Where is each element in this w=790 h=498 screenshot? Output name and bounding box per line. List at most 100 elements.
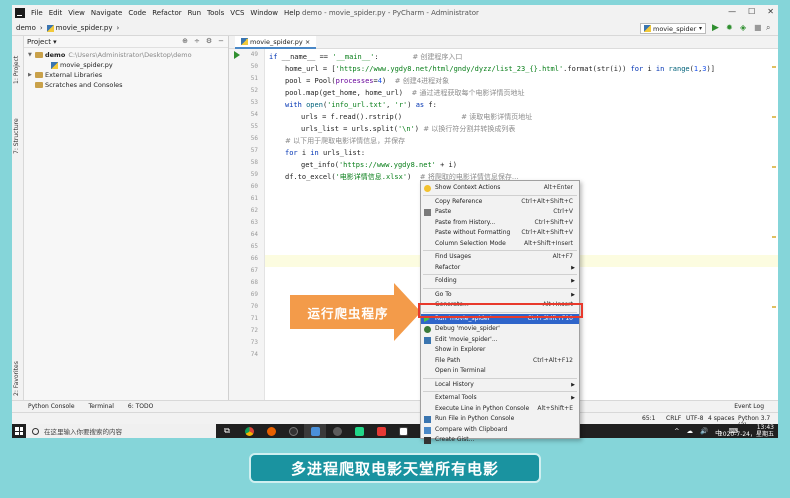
context-menu-item-copy-reference[interactable]: Copy Reference Ctrl+Alt+Shift+C	[421, 197, 579, 208]
menu-file[interactable]: File	[31, 9, 43, 17]
hide-icon[interactable]: −	[218, 37, 224, 45]
context-menu-item-paste[interactable]: Paste Ctrl+V	[421, 207, 579, 218]
context-menu-label: Go To	[435, 290, 452, 298]
menu-run[interactable]: Run	[188, 9, 201, 17]
expand-right-icon[interactable]: ▶	[28, 72, 35, 78]
error-stripe-mark[interactable]	[772, 116, 776, 118]
context-menu-item-debug-movie-spider[interactable]: Debug 'movie_spider'	[421, 324, 579, 335]
breadcrumb-project[interactable]: demo	[16, 24, 36, 32]
tree-item[interactable]: ▼ demo C:\Users\Administrator\Desktop\demo	[24, 50, 228, 60]
menu-tools[interactable]: Tools	[207, 9, 224, 17]
code-token: for	[630, 65, 648, 73]
context-menu-item-show-in-explorer[interactable]: Show in Explorer	[421, 345, 579, 356]
context-menu-item-refactor[interactable]: Refactor ▶	[421, 263, 579, 274]
context-menu-item-file-path[interactable]: File Path Ctrl+Alt+F12	[421, 356, 579, 367]
line-number: 49	[250, 51, 258, 58]
tray-chevron-icon[interactable]: ^	[674, 427, 679, 437]
context-menu-item-folding[interactable]: Folding ▶	[421, 276, 579, 287]
code-token: urls_list = urls.split(	[301, 125, 398, 133]
pycharm-taskbar-icon[interactable]	[348, 424, 370, 438]
context-menu-item-external-tools[interactable]: External Tools ▶	[421, 393, 579, 404]
context-menu-item-local-history[interactable]: Local History ▶	[421, 380, 579, 391]
favorites-tool-tab[interactable]: 2: Favorites	[13, 361, 20, 396]
task-view-icon[interactable]: ⧉	[216, 424, 238, 438]
context-menu-item-create-gist[interactable]: Create Gist...	[421, 435, 579, 446]
context-menu-item-run-file-in-python-console[interactable]: Run File in Python Console	[421, 414, 579, 425]
todo-tab[interactable]: 6: TODO	[128, 403, 153, 410]
collapse-icon[interactable]: ÷	[194, 37, 200, 45]
context-menu-item-open-in-terminal[interactable]: Open in Terminal	[421, 366, 579, 377]
context-menu-item-paste-without-formatting[interactable]: Paste without Formatting Ctrl+Alt+Shift+V	[421, 228, 579, 239]
menu-edit[interactable]: Edit	[49, 9, 63, 17]
taskbar-search[interactable]: 在这里输入你要搜索的内容	[26, 424, 216, 438]
menu-window[interactable]: Window	[250, 9, 278, 17]
error-stripe-mark[interactable]	[772, 236, 776, 238]
error-stripe-mark[interactable]	[772, 166, 776, 168]
error-stripe-mark[interactable]	[772, 66, 776, 68]
breadcrumb-file[interactable]: movie_spider.py	[56, 24, 113, 32]
close-button[interactable]: ✕	[767, 7, 774, 16]
terminal-tab[interactable]: Terminal	[89, 403, 114, 410]
menu-help[interactable]: Help	[284, 9, 300, 17]
code-token: in	[310, 149, 323, 157]
context-menu-item-edit-movie-spider[interactable]: Edit 'movie_spider'...	[421, 335, 579, 346]
expand-down-icon[interactable]: ▼	[28, 52, 35, 58]
tree-item[interactable]: ▶ External Libraries	[24, 70, 228, 80]
line-number: 62	[250, 207, 258, 214]
menu-code[interactable]: Code	[128, 9, 146, 17]
menu-refactor[interactable]: Refactor	[152, 9, 181, 17]
context-menu-item-paste-from-history[interactable]: Paste from History... Ctrl+Shift+V	[421, 218, 579, 229]
menu-navigate[interactable]: Navigate	[91, 9, 122, 17]
context-menu-item-show-context-actions[interactable]: Show Context Actions Alt+Enter	[421, 183, 579, 194]
code-line: urls_list = urls.split('\n') # 以换行符分割并转换…	[301, 123, 515, 135]
stop-icon[interactable]: ■	[754, 23, 762, 32]
context-menu-item-compare-with-clipboard[interactable]: Compare with Clipboard	[421, 425, 579, 436]
context-menu-item-execute-line-in-python-console[interactable]: Execute Line in Python Console Alt+Shift+…	[421, 404, 579, 415]
firefox-icon[interactable]	[260, 424, 282, 438]
menu-vcs[interactable]: VCS	[230, 9, 244, 17]
code-token: + i)	[435, 161, 457, 169]
taskbar-clock[interactable]: 13:43 2020-7-24，星期五	[719, 424, 774, 438]
red-app-icon[interactable]	[370, 424, 392, 438]
chrome-icon[interactable]	[238, 424, 260, 438]
app-icon[interactable]	[304, 424, 326, 438]
run-icon[interactable]: ▶	[712, 23, 719, 33]
search-everywhere-icon[interactable]: ⌕	[766, 23, 770, 33]
context-menu-item-go-to[interactable]: Go To ▶	[421, 290, 579, 301]
run-gutter-icon[interactable]	[234, 51, 240, 59]
py-icon	[424, 336, 431, 344]
cloud-icon[interactable]: ☁	[687, 427, 694, 437]
wifi-app-icon[interactable]	[282, 424, 304, 438]
pycharm-active-icon[interactable]	[392, 424, 414, 438]
volume-icon[interactable]: 🔊	[700, 427, 708, 437]
python-console-tab[interactable]: Python Console	[28, 403, 75, 410]
context-menu-item-find-usages[interactable]: Find Usages Alt+F7	[421, 252, 579, 263]
context-menu-label: Paste without Formatting	[435, 229, 511, 236]
code-line: get_info('https://www.ygdy8.net' + i)	[301, 159, 457, 171]
debug-icon[interactable]: ✹	[726, 23, 733, 32]
event-log-tab[interactable]: Event Log	[734, 403, 764, 410]
line-number: 66	[250, 255, 258, 262]
tree-item[interactable]: Scratches and Consoles	[24, 80, 228, 90]
project-tool-tab[interactable]: 1: Project	[13, 56, 20, 84]
caret-position[interactable]: 65:1	[642, 415, 655, 422]
error-stripe-mark[interactable]	[772, 306, 776, 308]
structure-tool-tab[interactable]: 7: Structure	[13, 118, 20, 154]
menu-view[interactable]: View	[68, 9, 85, 17]
context-menu-item-column-selection-mode[interactable]: Column Selection Mode Alt+Shift+Insert	[421, 239, 579, 250]
context-menu-shortcut: Alt+Enter	[543, 184, 573, 191]
tree-item[interactable]: movie_spider.py	[24, 60, 228, 70]
maximize-button[interactable]: ☐	[748, 7, 755, 16]
editor-tab-movie-spider[interactable]: movie_spider.py ×	[235, 36, 317, 49]
gear-icon[interactable]: ⚙	[206, 37, 212, 45]
project-view-select[interactable]: Project ▾	[27, 38, 57, 46]
locate-icon[interactable]: ⊕	[182, 37, 188, 45]
line-separator[interactable]: CRLF	[666, 415, 681, 422]
indent-setting[interactable]: 4 spaces	[708, 415, 734, 422]
coverage-icon[interactable]: ◈	[740, 23, 746, 32]
wechat-icon[interactable]	[326, 424, 348, 438]
file-encoding[interactable]: UTF-8	[686, 415, 704, 422]
start-button[interactable]	[12, 424, 26, 438]
run-configuration-select[interactable]: movie_spider ▾	[640, 23, 706, 34]
minimize-button[interactable]: —	[728, 7, 736, 16]
